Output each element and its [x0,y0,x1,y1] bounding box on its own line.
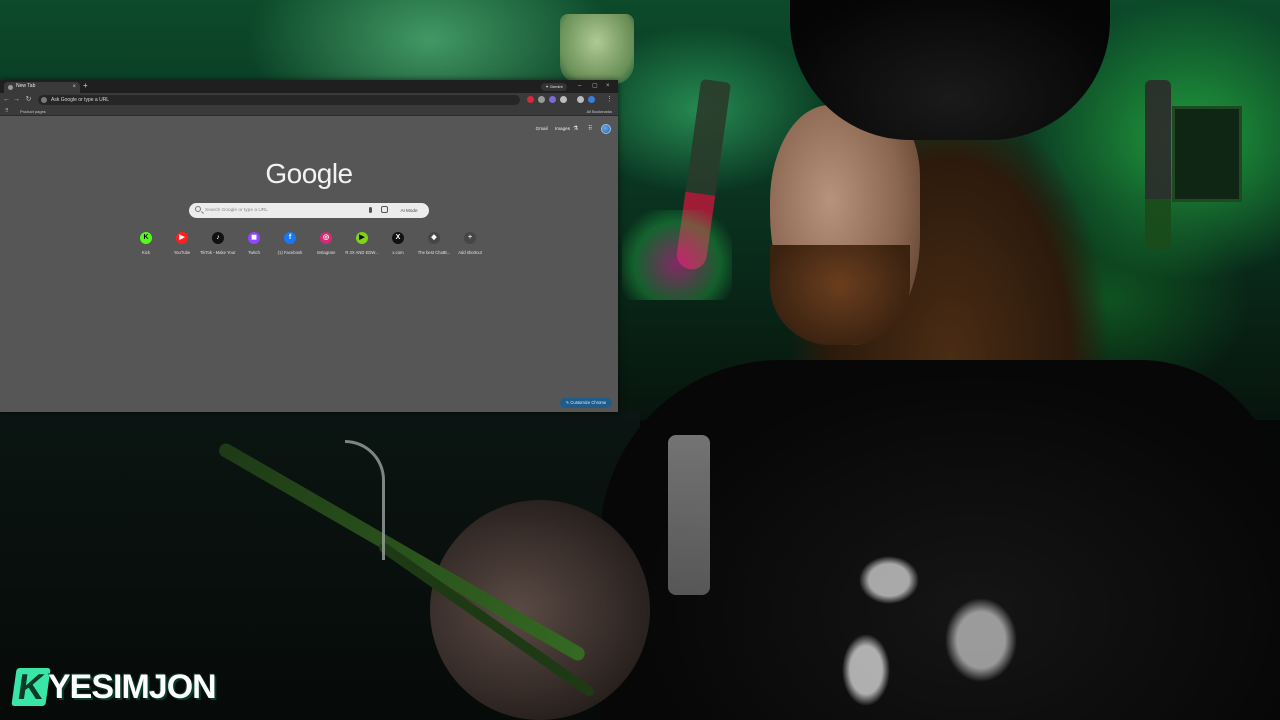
streamer-beard [770,245,910,345]
gmail-link[interactable]: Gmail [536,126,548,131]
profile-avatar-icon[interactable] [588,96,595,103]
shirt-print-left [668,435,710,595]
shortcut-icon: ♪ [212,232,224,244]
shortcut-tile[interactable]: ♪ TikTok - Make Your Day [200,231,236,263]
lens-icon[interactable] [381,206,388,213]
google-logo: Google [265,158,353,189]
toolbar: ← → ↻ Ask Google or type a URL ⋮ [0,93,618,107]
shortcut-label: R 3X AND EDW... [345,250,379,255]
minimize-button[interactable]: – [578,82,581,90]
shortcut-icon: + [464,232,476,244]
tab-title: New Tab [16,83,36,89]
new-tab-page: Gmail Images ⚗ ⠿ Google Search Google or… [0,116,618,412]
account-avatar[interactable] [601,124,611,134]
bookmarks-bar: ⠿ Product pages All Bookmarks [0,107,618,116]
shortcut-tile[interactable]: + Add shortcut [452,231,488,263]
all-bookmarks-button[interactable]: All Bookmarks [586,108,612,115]
shortcut-label: Instagram [316,250,336,255]
gemini-button[interactable]: ✦ Gemini [541,83,567,91]
shortcuts-grid: K Kick ▶ YouTube ♪ TikTok - Make Your Day ◼ Twi… [128,231,490,263]
address-bar-text: Ask Google or type a URL [51,97,110,103]
google-g-icon [41,97,47,103]
browser-window: New Tab × + ✦ Gemini – ▢ × ← → ↻ Ask Goo… [0,80,618,412]
search-icon [195,206,201,212]
extension-icon[interactable] [549,96,556,103]
shortcut-icon: X [392,232,404,244]
shortcut-tile[interactable]: ◎ Instagram [308,231,344,263]
top-links: Gmail Images [530,126,570,131]
shortcut-tile[interactable]: f (1) Facebook [272,231,308,263]
shortcut-icon: ◼ [248,232,260,244]
shortcut-label: (1) Facebook [277,250,303,255]
images-link[interactable]: Images [555,126,570,131]
menu-icon[interactable]: ⋮ [605,95,614,105]
shortcut-label: The best ChatB... [417,250,451,255]
search-box[interactable]: Search Google or type a URL AI Mode [189,203,429,218]
shortcut-tile[interactable]: K Kick [128,231,164,263]
shortcut-label: Kick [142,250,150,255]
bookmark-folder-product-pages[interactable]: Product pages [20,108,46,115]
streamer-logo: K YESIMJON [11,666,254,708]
lamp [560,14,634,84]
side-panel-icon[interactable] [577,96,584,103]
tab-new-tab[interactable]: New Tab × [4,82,80,93]
shortcut-label: Add shortcut [458,250,482,255]
streamer-name: YESIMJON [48,668,217,706]
voice-search-icon[interactable] [369,207,372,213]
address-bar[interactable]: Ask Google or type a URL [38,95,520,105]
shortcut-tile[interactable]: ◼ Twitch [236,231,272,263]
kick-k-logo: K [11,666,51,707]
wall-poster [1172,106,1242,202]
search-placeholder: Search Google or type a URL [205,208,268,213]
shortcut-icon: f [284,232,296,244]
ai-mode-button[interactable]: AI Mode [394,205,424,216]
shirt-print [820,520,1050,720]
forward-button[interactable]: → [12,95,21,105]
shortcut-label: TikTok - Make Your Day [200,250,236,255]
shelf-lights [622,210,732,300]
shortcut-tile[interactable]: ▶ R 3X AND EDW... [344,231,380,263]
apps-icon[interactable]: ⠿ [5,108,9,115]
labs-icon[interactable]: ⚗ [573,125,578,132]
shortcut-icon: ▶ [356,232,368,244]
shortcut-icon: ◎ [320,232,332,244]
shortcut-icon: ▶ [176,232,188,244]
back-button[interactable]: ← [2,95,11,105]
extension-icon[interactable] [527,96,534,103]
tab-favicon-icon [8,85,13,90]
shortcut-label: x.com [392,250,404,255]
close-window-button[interactable]: × [606,82,610,90]
shortcut-icon: K [140,232,152,244]
tab-strip: New Tab × + ✦ Gemini – ▢ × [0,80,618,93]
shortcut-icon: ◆ [428,232,440,244]
tab-close-icon[interactable]: × [72,83,76,91]
shortcut-tile[interactable]: ◆ The best ChatB... [416,231,452,263]
shortcut-label: YouTube [173,250,191,255]
mic-cable [345,440,385,560]
new-tab-button[interactable]: + [83,81,88,91]
customize-chrome-button[interactable]: ✎ Customize Chrome [560,398,612,408]
shortcut-label: Twitch [248,250,260,255]
streamer-arm [430,500,650,720]
extension-icon[interactable] [560,96,567,103]
reload-button[interactable]: ↻ [24,95,33,105]
shortcut-tile[interactable]: Xx.com [380,231,416,263]
maximize-button[interactable]: ▢ [592,82,598,90]
extension-icon[interactable] [538,96,545,103]
google-apps-icon[interactable]: ⠿ [588,125,592,132]
shortcut-tile[interactable]: ▶ YouTube [164,231,200,263]
